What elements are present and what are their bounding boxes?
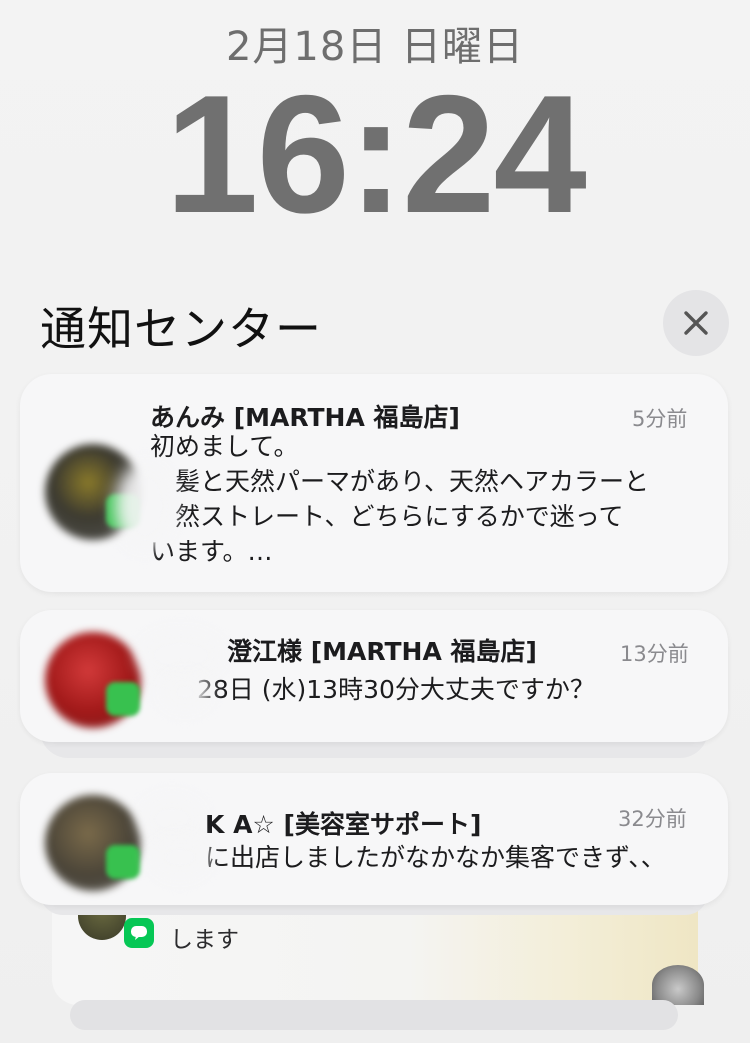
notification-body: 28日 (水)13時30分大丈夫ですか？ [197, 675, 595, 704]
notification-title: K A☆ [美容室サポート] [205, 810, 482, 839]
line-app-icon [106, 682, 140, 716]
chat-bubble-icon [131, 926, 147, 940]
notification-body: に出店しましたがなかなか集客できず、、 [205, 843, 666, 872]
decorative-object [652, 965, 704, 1005]
redaction-blur [150, 835, 210, 879]
notification-body: します [170, 927, 239, 953]
redaction-blur [160, 672, 210, 712]
stacked-notification-layer [70, 1000, 678, 1030]
notification-body: 初めまして。 髪と天然パーマがあり、天然ヘアカラーと 然ストレート、どちらにする… [150, 432, 650, 566]
notification-time: 32分前 [618, 807, 687, 831]
notification-card[interactable]: K A☆ [美容室サポート] 32分前 に出店しましたがなかなか集客できず、、 [20, 773, 728, 905]
redaction-blur [115, 462, 175, 550]
close-icon [684, 311, 708, 335]
line-app-icon [124, 918, 154, 948]
clear-notifications-button[interactable] [663, 290, 729, 356]
notification-card[interactable]: あんみ [MARTHA 福島店] 5分前 初めまして。 髪と天然パーマがあり、天… [20, 374, 728, 592]
line-app-icon [106, 845, 140, 879]
notification-center-title: 通知センター [40, 302, 322, 356]
notification-time: 13分前 [620, 642, 689, 666]
notification-card[interactable]: 澄江様 [MARTHA 福島店] 13分前 28日 (水)13時30分大丈夫です… [20, 610, 728, 742]
notification-title: 澄江様 [MARTHA 福島店] [227, 637, 537, 666]
lockscreen-clock: 16:24 [165, 60, 587, 248]
